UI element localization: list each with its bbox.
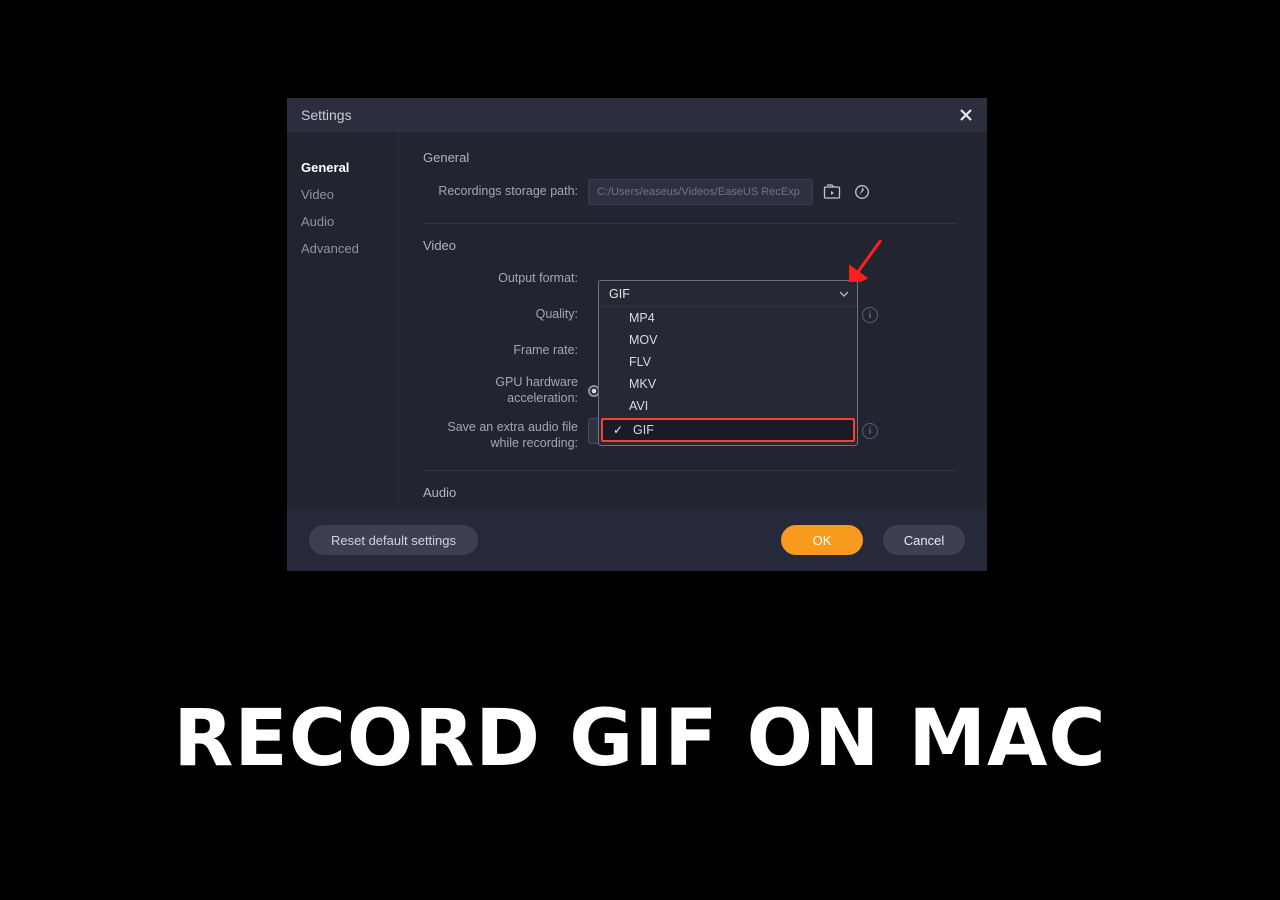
dropdown-option-mp4[interactable]: MP4	[599, 307, 857, 329]
storage-path-input[interactable]: C:/Users/easeus/Videos/EaseUS RecExp	[588, 179, 813, 205]
row-storage-path: Recordings storage path: C:/Users/easeus…	[423, 179, 957, 205]
reset-defaults-button[interactable]: Reset default settings	[309, 525, 478, 555]
framerate-label: Frame rate:	[423, 343, 588, 359]
open-folder-icon[interactable]	[821, 181, 843, 203]
divider	[423, 470, 957, 471]
output-format-value: GIF	[609, 287, 630, 301]
dropdown-option-mov[interactable]: MOV	[599, 329, 857, 351]
output-format-select[interactable]: GIF	[599, 281, 857, 307]
section-heading-video: Video	[423, 238, 957, 253]
storage-path-label: Recordings storage path:	[423, 184, 588, 200]
dropdown-option-gif[interactable]: GIF	[601, 418, 855, 442]
close-icon[interactable]	[959, 108, 973, 122]
section-heading-audio: Audio	[423, 485, 957, 500]
dropdown-option-avi[interactable]: AVI	[599, 395, 857, 417]
extra-audio-label: Save an extra audio file while recording…	[423, 418, 588, 451]
sidebar-item-advanced[interactable]: Advanced	[301, 235, 398, 262]
sidebar-item-general[interactable]: General	[301, 154, 398, 181]
sidebar: General Video Audio Advanced	[287, 132, 399, 509]
dropdown-option-mkv[interactable]: MKV	[599, 373, 857, 395]
output-format-dropdown[interactable]: GIF MP4 MOV FLV MKV AVI GIF	[598, 280, 858, 446]
sidebar-item-video[interactable]: Video	[301, 181, 398, 208]
browse-icon[interactable]	[851, 181, 873, 203]
ok-button[interactable]: OK	[781, 525, 863, 555]
quality-label: Quality:	[423, 307, 588, 323]
dropdown-option-flv[interactable]: FLV	[599, 351, 857, 373]
info-icon[interactable]: i	[862, 423, 878, 439]
content-pane: General Recordings storage path: C:/User…	[399, 132, 987, 509]
gpu-label: GPU hardware acceleration:	[423, 375, 588, 406]
chevron-down-icon	[839, 291, 849, 297]
dialog-body: General Video Audio Advanced General Rec…	[287, 132, 987, 509]
sidebar-item-audio[interactable]: Audio	[301, 208, 398, 235]
footer: Reset default settings OK Cancel	[287, 509, 987, 571]
info-icon[interactable]: i	[862, 307, 878, 323]
titlebar: Settings	[287, 98, 987, 132]
section-heading-general: General	[423, 150, 957, 165]
dialog-title: Settings	[301, 107, 352, 123]
cancel-button[interactable]: Cancel	[883, 525, 965, 555]
output-format-label: Output format:	[423, 271, 588, 287]
page-caption: RECORD GIF ON MAC	[0, 694, 1280, 784]
divider	[423, 223, 957, 224]
settings-dialog: Settings General Video Audio Advanced Ge…	[287, 98, 987, 571]
